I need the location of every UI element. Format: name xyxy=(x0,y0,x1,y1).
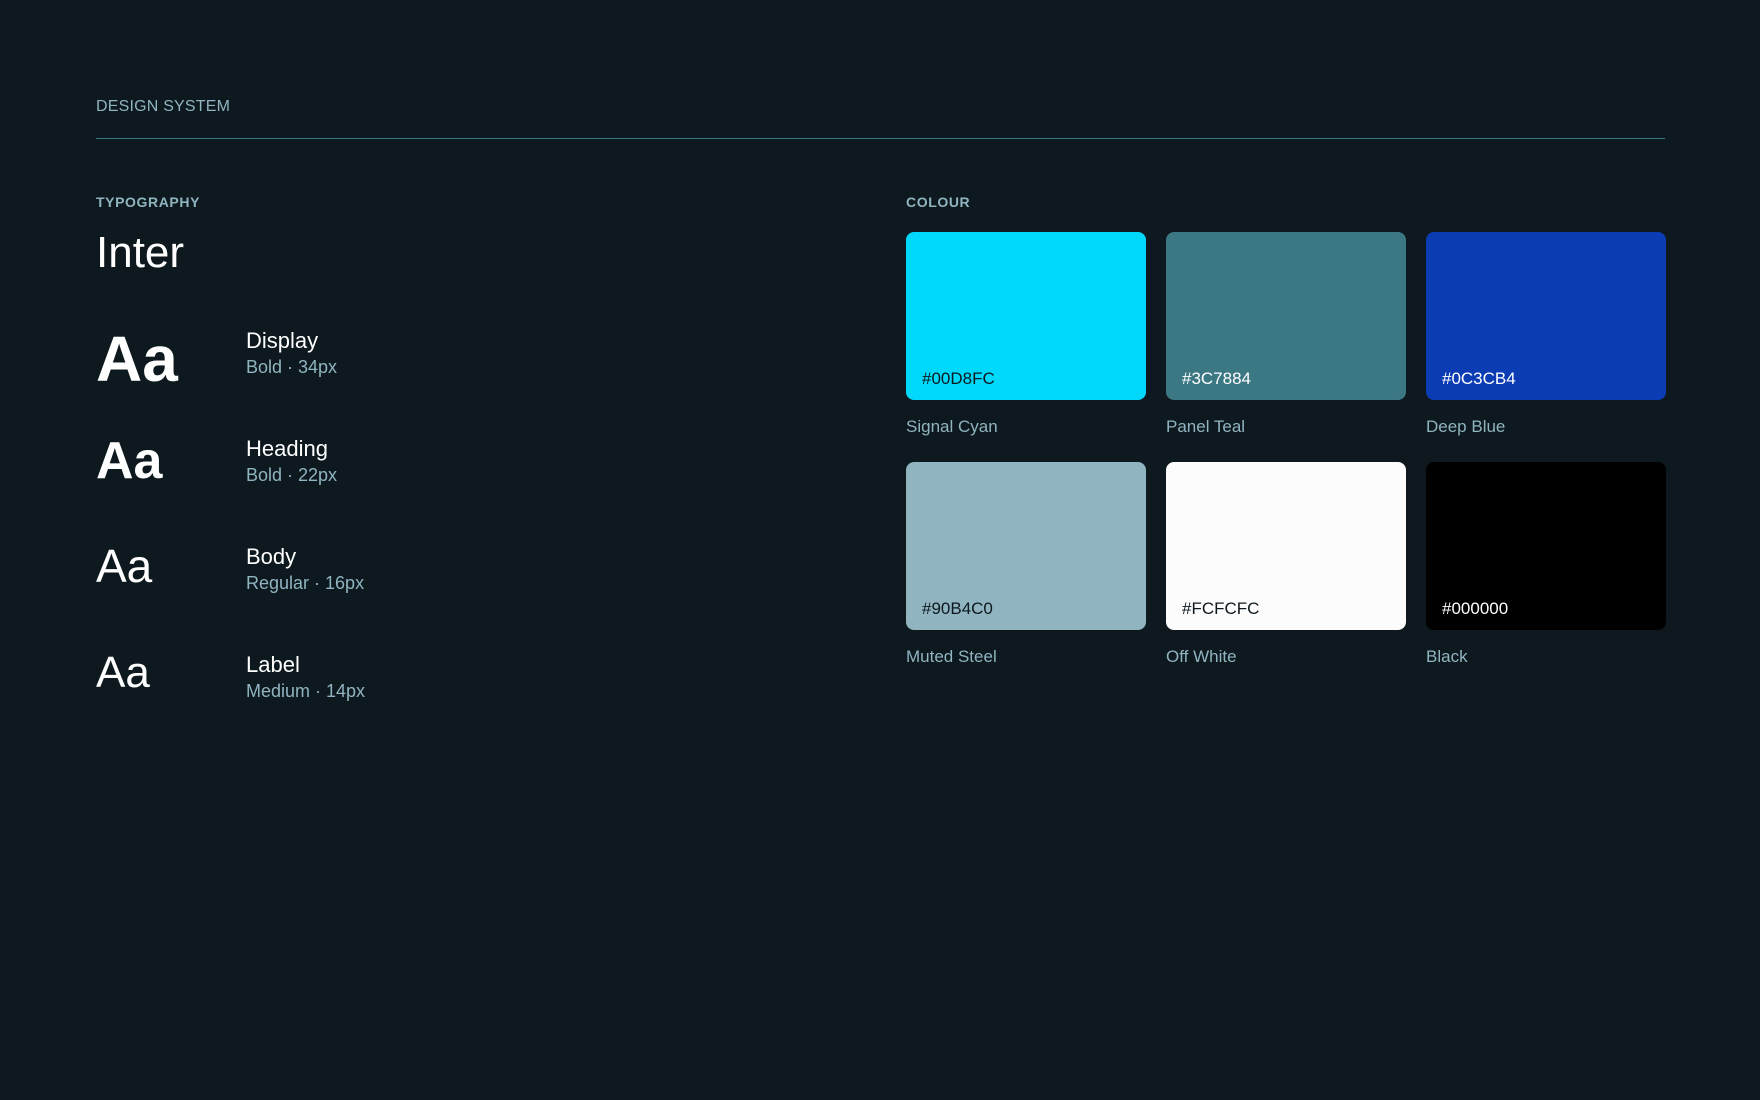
colour-swatch[interactable]: #90B4C0 Muted Steel xyxy=(906,462,1146,668)
swatch-chip: #90B4C0 xyxy=(906,462,1146,630)
type-style-display: Aa Display Bold · 34px xyxy=(96,323,796,403)
swatch-name: Deep Blue xyxy=(1426,417,1506,436)
swatch-hex: #90B4C0 xyxy=(922,599,993,618)
colour-swatch[interactable]: #0C3CB4 Deep Blue xyxy=(1426,232,1666,438)
swatch-name: Panel Teal xyxy=(1166,417,1246,436)
swatch-hex: #0C3CB4 xyxy=(1442,369,1516,388)
swatch-name: Black xyxy=(1426,647,1468,666)
swatch-name: Signal Cyan xyxy=(906,417,998,436)
type-style-label: Aa Label Medium · 14px xyxy=(96,647,796,727)
swatch-chip: #00D8FC xyxy=(906,232,1146,400)
design-system-page: DESIGN SYSTEM TYPOGRAPHY Inter Aa Displa… xyxy=(0,0,1760,1100)
type-sample: Aa xyxy=(96,432,163,490)
type-style-name: Heading xyxy=(246,436,328,461)
type-meta: Display Bold · 34px xyxy=(246,327,337,379)
type-meta: Label Medium · 14px xyxy=(246,651,365,703)
typography-label: TYPOGRAPHY xyxy=(96,194,201,210)
type-meta: Body Regular · 16px xyxy=(246,543,364,595)
swatch-hex: #FCFCFC xyxy=(1182,599,1260,618)
colour-label: COLOUR xyxy=(906,194,971,210)
page-title: DESIGN SYSTEM xyxy=(96,98,231,115)
swatch-name: Muted Steel xyxy=(906,647,997,666)
swatch-hex: #00D8FC xyxy=(922,369,995,388)
header-divider xyxy=(96,138,1665,139)
type-style-spec: Regular · 16px xyxy=(246,573,365,593)
page-header: DESIGN SYSTEM xyxy=(96,96,1665,118)
type-style-spec: Bold · 34px xyxy=(246,357,338,377)
colour-swatch[interactable]: #000000 Black xyxy=(1426,462,1666,668)
type-sample: Aa xyxy=(96,323,178,395)
type-sample: Aa xyxy=(96,648,150,697)
type-style-heading: Aa Heading Bold · 22px xyxy=(96,431,796,511)
type-style-body: Aa Body Regular · 16px xyxy=(96,539,796,619)
type-sample: Aa xyxy=(96,540,153,592)
swatch-chip: #FCFCFC xyxy=(1166,462,1406,630)
type-style-spec: Medium · 14px xyxy=(246,681,366,701)
type-style-name: Display xyxy=(246,328,319,353)
typeface-name: Inter xyxy=(96,228,185,277)
colour-swatch[interactable]: #00D8FC Signal Cyan xyxy=(906,232,1146,438)
swatch-hex: #3C7884 xyxy=(1182,369,1252,388)
typography-section: TYPOGRAPHY Inter Aa Display Bold · 34px … xyxy=(96,193,796,701)
type-style-name: Label xyxy=(246,652,300,677)
colour-swatch[interactable]: #3C7884 Panel Teal xyxy=(1166,232,1406,438)
colour-section: COLOUR #00D8FC Signal Cyan #3C7884 Panel… xyxy=(906,193,1666,666)
type-meta: Heading Bold · 22px xyxy=(246,435,337,487)
swatch-chip: #3C7884 xyxy=(1166,232,1406,400)
swatch-name: Off White xyxy=(1166,647,1237,666)
type-style-spec: Bold · 22px xyxy=(246,465,338,485)
swatch-chip: #000000 xyxy=(1426,462,1666,630)
colour-swatch[interactable]: #FCFCFC Off White xyxy=(1166,462,1406,668)
swatch-chip: #0C3CB4 xyxy=(1426,232,1666,400)
swatch-hex: #000000 xyxy=(1442,599,1509,618)
type-style-name: Body xyxy=(246,544,297,569)
